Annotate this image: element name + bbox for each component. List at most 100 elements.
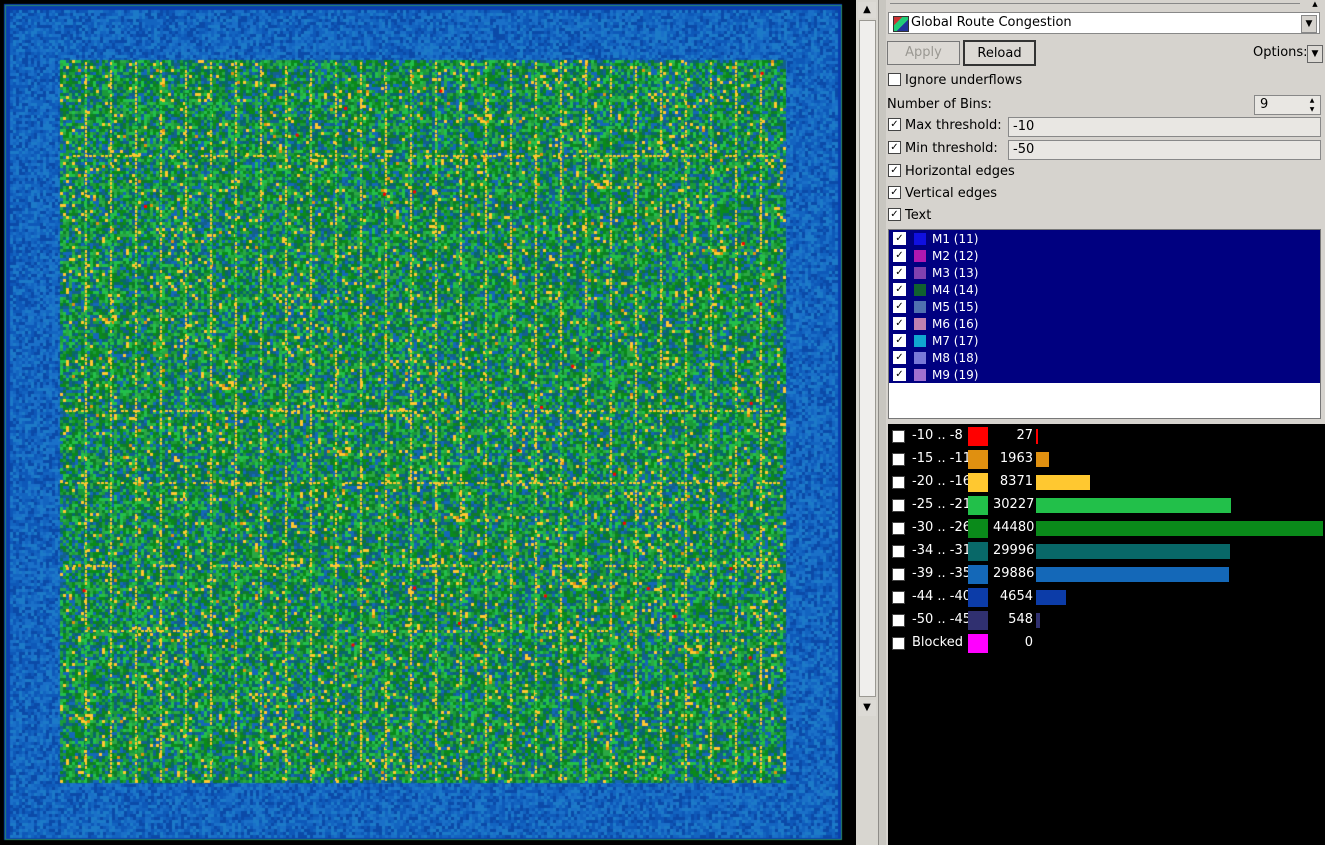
bin-color-swatch [968,542,988,561]
bin-count: 8371 [999,474,1033,489]
bin-count: 548 [1008,612,1033,627]
layer-item[interactable]: ✓ M9 (19) [893,367,978,384]
apply-button[interactable]: Apply [887,41,960,65]
checkbox-checked-icon[interactable]: ✓ [888,141,901,154]
bin-range-label: -39 .. -35 [912,566,971,581]
checkbox-unchecked-icon[interactable] [888,73,901,86]
heatmap-mode-value: Global Route Congestion [911,15,1072,30]
checkbox-checked-icon[interactable]: ✓ [888,164,901,177]
options-dropdown-icon[interactable]: ▼ [1307,45,1323,63]
checkbox-checked-icon[interactable]: ✓ [893,266,906,279]
scroll-down-arrow-icon[interactable]: ▼ [858,700,876,716]
bin-range-label: -20 .. -16 [912,474,971,489]
bin-color-swatch [968,588,988,607]
histogram-bar [1036,567,1229,582]
heatmap-control-panel: ▲ Global Route Congestion ▼ Apply Reload… [886,0,1325,845]
layer-item[interactable]: ✓ M2 (12) [893,248,978,265]
bin-range-label: -44 .. -40 [912,589,971,604]
layer-label: M8 (18) [932,351,979,365]
heatmap-mode-select[interactable]: Global Route Congestion ▼ [888,12,1320,34]
checkbox-checked-icon[interactable]: ✓ [893,300,906,313]
checkbox-checked-icon[interactable]: ✓ [892,430,905,443]
bin-range-label: -10 .. -8 [912,428,963,443]
layer-item[interactable]: ✓ M1 (11) [893,231,978,248]
checkbox-checked-icon[interactable]: ✓ [893,351,906,364]
layer-color-swatch [914,368,926,381]
checkbox-unchecked-icon[interactable] [892,637,905,650]
checkbox-checked-icon[interactable]: ✓ [892,499,905,512]
layer-list[interactable]: ✓ M1 (11) ✓ M2 (12) ✓ M3 (13) ✓ M4 (14) ✓ M5 (15)… [888,229,1321,419]
vertical-edges-checkbox[interactable]: ✓ Vertical edges [888,186,997,204]
layer-color-swatch [914,300,926,313]
number-of-bins-value: 9 [1260,97,1269,112]
dock-grip[interactable] [886,0,1306,8]
histogram-bar [1036,521,1323,536]
checkbox-checked-icon[interactable]: ✓ [892,453,905,466]
vertical-edges-label: Vertical edges [905,186,998,201]
histogram-bar [1036,452,1049,467]
checkbox-checked-icon[interactable]: ✓ [893,368,906,381]
layer-color-swatch [914,232,926,245]
checkbox-checked-icon[interactable]: ✓ [892,591,905,604]
layer-item[interactable]: ✓ M4 (14) [893,282,978,299]
min-threshold-checkbox[interactable]: ✓ Min threshold: [888,141,998,159]
bin-count: 44480 [993,520,1035,535]
bin-color-swatch [968,496,988,515]
checkbox-checked-icon[interactable]: ✓ [893,317,906,330]
text-label: Text [905,208,932,223]
spin-down-icon[interactable]: ▼ [1305,106,1319,114]
route-congestion-icon [893,16,909,32]
spin-up-icon[interactable]: ▲ [1305,97,1319,105]
checkbox-checked-icon[interactable]: ✓ [893,334,906,347]
dock-arrows-icon[interactable]: ▲ [1305,0,1325,8]
scrollbar-thumb[interactable] [859,20,876,697]
scroll-up-arrow-icon[interactable]: ▲ [858,2,876,18]
min-threshold-label: Min threshold: [905,141,998,156]
horizontal-edges-checkbox[interactable]: ✓ Horizontal edges [888,164,1015,182]
layer-label: M9 (19) [932,368,979,382]
congestion-heatmap[interactable] [0,0,848,845]
bin-count: 29886 [993,566,1035,581]
number-of-bins-spinbox[interactable]: 9 ▲ ▼ [1254,95,1321,115]
checkbox-checked-icon[interactable]: ✓ [893,232,906,245]
checkbox-checked-icon[interactable]: ✓ [893,249,906,262]
checkbox-checked-icon[interactable]: ✓ [893,283,906,296]
horizontal-edges-label: Horizontal edges [905,164,1015,179]
bin-range-label: -25 .. -21 [912,497,971,512]
ignore-underflows-checkbox[interactable]: Ignore underflows [888,73,1022,91]
layer-label: M3 (13) [932,266,979,280]
checkbox-checked-icon[interactable]: ✓ [892,545,905,558]
checkbox-checked-icon[interactable]: ✓ [892,568,905,581]
layer-item[interactable]: ✓ M7 (17) [893,333,978,350]
vertical-scrollbar[interactable]: ▲ ▼ [856,0,878,845]
checkbox-checked-icon[interactable]: ✓ [892,476,905,489]
checkbox-checked-icon[interactable]: ✓ [892,522,905,535]
bin-color-swatch [968,565,988,584]
histogram-bar [1036,590,1066,605]
options-label: Options: [1253,45,1308,60]
bin-range-label: -50 .. -45 [912,612,971,627]
checkbox-checked-icon[interactable]: ✓ [888,208,901,221]
layer-label: M4 (14) [932,283,979,297]
histogram-bar [1036,498,1231,513]
max-threshold-label: Max threshold: [905,118,1002,133]
layer-label: M7 (17) [932,334,979,348]
layer-item[interactable]: ✓ M5 (15) [893,299,978,316]
min-threshold-field[interactable]: -50 [1008,140,1321,160]
histogram-bar [1036,613,1040,628]
max-threshold-field[interactable]: -10 [1008,117,1321,137]
checkbox-checked-icon[interactable]: ✓ [888,118,901,131]
layer-item[interactable]: ✓ M6 (16) [893,316,978,333]
text-checkbox[interactable]: ✓ Text [888,208,931,226]
bin-count: 27 [1016,428,1033,443]
max-threshold-checkbox[interactable]: ✓ Max threshold: [888,118,1002,136]
congestion-histogram: ✓ -10 .. -8 27 ✓ -15 .. -11 1963 ✓ -20 .. -16 83… [888,424,1325,845]
reload-button[interactable]: Reload [963,40,1036,66]
bin-count: 0 [1024,635,1033,650]
layout-canvas[interactable] [0,0,848,845]
checkbox-checked-icon[interactable]: ✓ [892,614,905,627]
chevron-down-icon[interactable]: ▼ [1301,15,1317,33]
layer-item[interactable]: ✓ M3 (13) [893,265,978,282]
layer-item[interactable]: ✓ M8 (18) [893,350,978,367]
checkbox-checked-icon[interactable]: ✓ [888,186,901,199]
